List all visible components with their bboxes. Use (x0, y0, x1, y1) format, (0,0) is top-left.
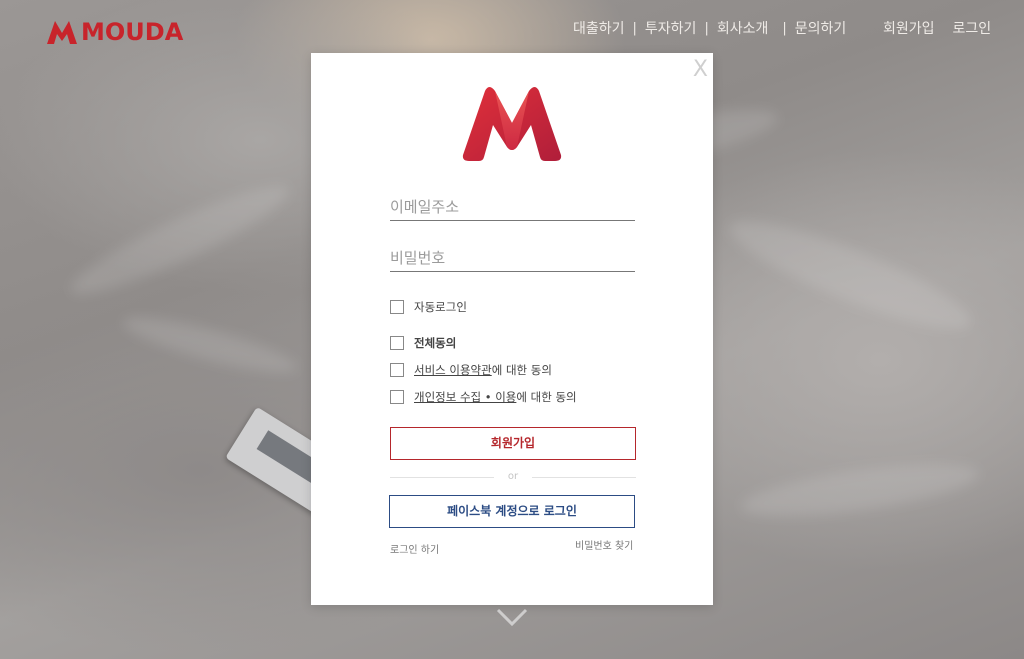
brand-logo[interactable]: MOUDA (46, 18, 183, 46)
nav-signup-link[interactable]: 회원가입 (883, 18, 935, 38)
top-header: MOUDA 대출하기 | 투자하기 | 회사소개 | 문의하기 회원가입 로그인 (0, 0, 1024, 60)
brand-name: MOUDA (81, 18, 184, 46)
auto-login-option[interactable]: 자동로그인 (390, 299, 467, 315)
checkbox-icon[interactable] (390, 363, 404, 377)
main-nav: 대출하기 | 투자하기 | 회사소개 | 문의하기 (573, 18, 846, 38)
nav-separator: | (704, 20, 709, 36)
nav-separator: | (632, 20, 637, 36)
privacy-link[interactable]: 개인정보 수집 • 이용 (414, 389, 516, 405)
or-divider: or (390, 471, 636, 485)
signup-button[interactable]: 회원가입 (390, 427, 636, 460)
terms-agree-option[interactable]: 서비스 이용약관 에 대한 동의 (390, 362, 552, 378)
chevron-down-icon[interactable] (496, 606, 528, 628)
find-password-link[interactable]: 비밀번호 찾기 (575, 537, 633, 552)
checkbox-icon[interactable] (390, 336, 404, 350)
checkbox-icon[interactable] (390, 390, 404, 404)
checkbox-icon[interactable] (390, 300, 404, 314)
nav-item-invest[interactable]: 투자하기 (645, 18, 697, 38)
login-link[interactable]: 로그인 하기 (390, 541, 439, 556)
password-field-wrapper (390, 248, 635, 272)
terms-suffix: 에 대한 동의 (491, 363, 552, 377)
email-field-wrapper (390, 197, 635, 221)
auto-login-label: 자동로그인 (414, 300, 467, 314)
privacy-suffix: 에 대한 동의 (516, 390, 577, 404)
nav-separator: | (782, 20, 787, 36)
nav-login-link[interactable]: 로그인 (953, 18, 992, 38)
brand-logo-icon (47, 21, 77, 44)
nav-item-loan[interactable]: 대출하기 (573, 18, 625, 38)
nav-item-about[interactable]: 회사소개 (717, 18, 769, 38)
terms-link[interactable]: 서비스 이용약관 (414, 362, 492, 378)
privacy-agree-option[interactable]: 개인정보 수집 • 이용 에 대한 동의 (390, 389, 577, 405)
password-field[interactable] (390, 249, 635, 271)
brand-logo-icon (462, 87, 562, 161)
agree-all-option[interactable]: 전체동의 (390, 335, 456, 351)
close-icon[interactable]: X (693, 57, 708, 82)
auth-nav: 회원가입 로그인 (883, 18, 1009, 38)
agree-all-label: 전체동의 (414, 336, 457, 350)
divider-line (532, 477, 636, 478)
signup-modal: X 자동로그인 전체동의 서비스 이용약관 에 대한 동의 (311, 53, 713, 605)
facebook-login-button[interactable]: 페이스북 계정으로 로그인 (389, 495, 635, 528)
email-field[interactable] (390, 198, 635, 220)
nav-item-contact[interactable]: 문의하기 (795, 18, 847, 38)
